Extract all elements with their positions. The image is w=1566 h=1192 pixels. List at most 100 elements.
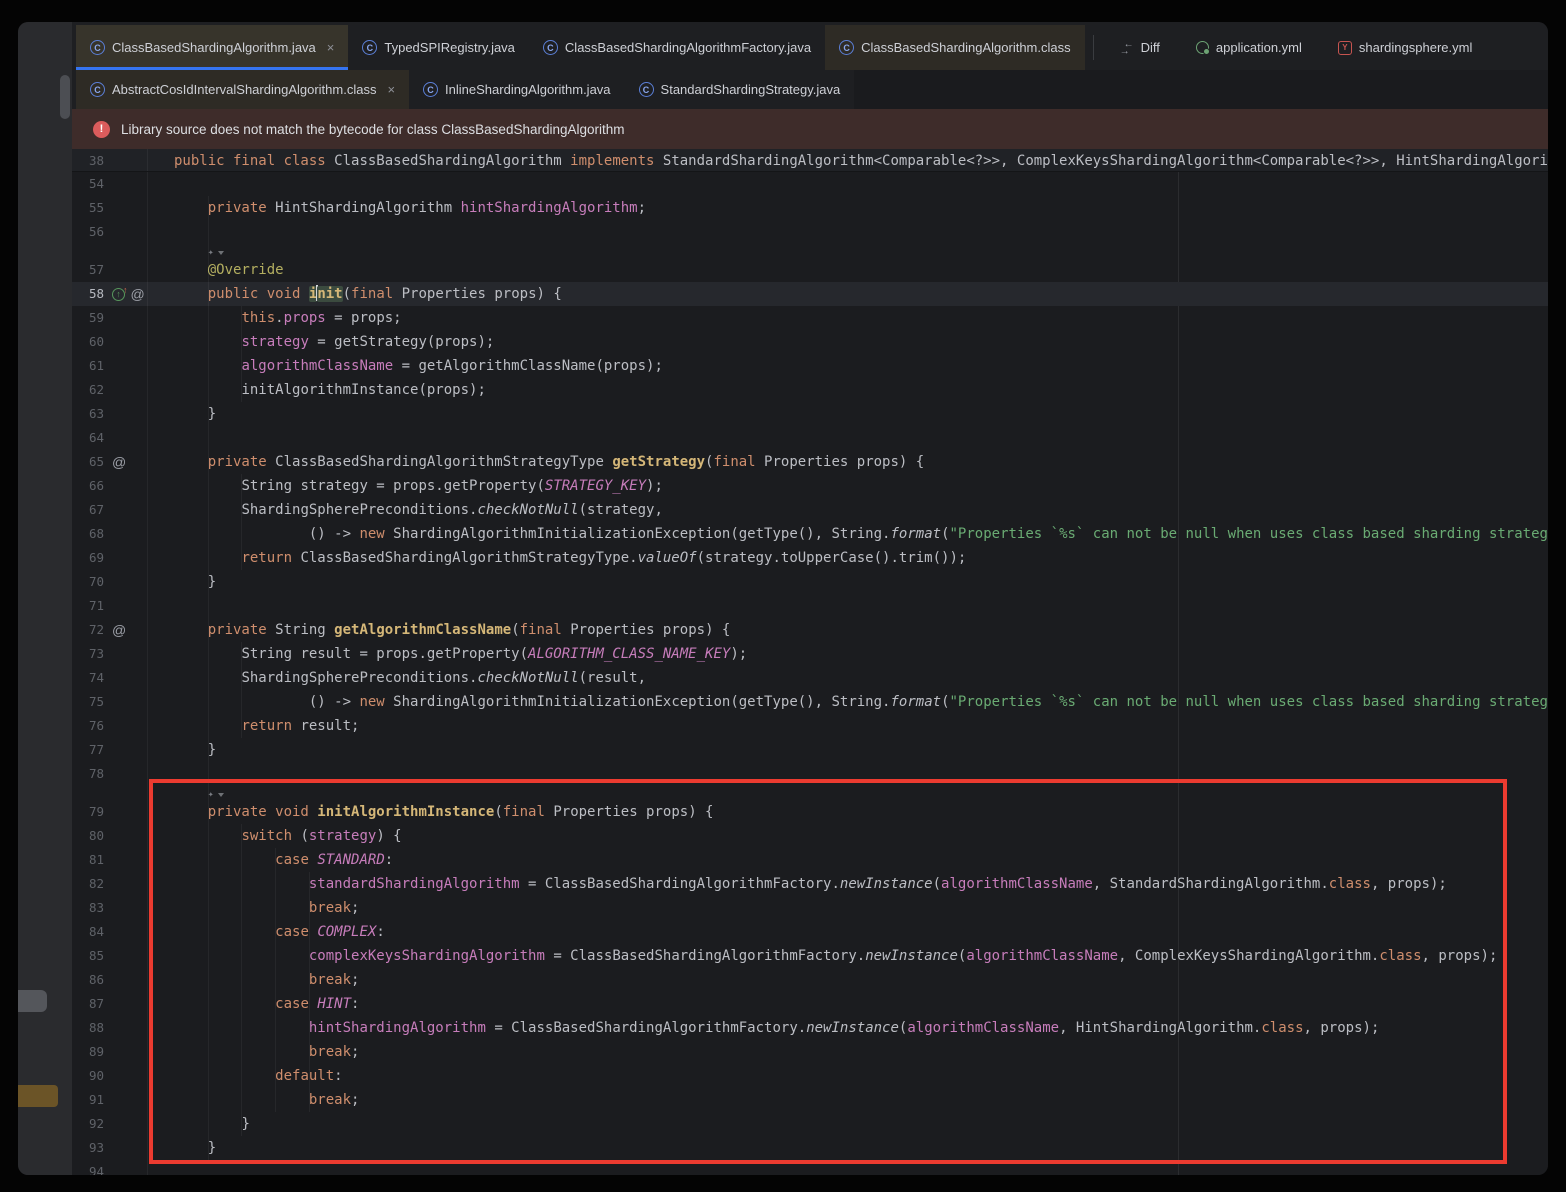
code-line[interactable]: 56	[72, 220, 1548, 244]
code-line[interactable]: 88hintShardingAlgorithm = ClassBasedShar…	[72, 1016, 1548, 1040]
code-line[interactable]: 65@private ClassBasedShardingAlgorithmSt…	[72, 450, 1548, 474]
line-number[interactable]: 81	[72, 848, 104, 872]
code-line[interactable]: 68() -> new ShardingAlgorithmInitializat…	[72, 522, 1548, 546]
code-line[interactable]: 73String result = props.getProperty(ALGO…	[72, 642, 1548, 666]
line-number[interactable]: 64	[72, 426, 104, 450]
line-number[interactable]: 83	[72, 896, 104, 920]
editor-tab[interactable]: CStandardShardingStrategy.java	[625, 70, 855, 109]
line-number[interactable]: 80	[72, 824, 104, 848]
code-line[interactable]: 79private void initAlgorithmInstance(fin…	[72, 800, 1548, 824]
code-line[interactable]: 78	[72, 762, 1548, 786]
line-number[interactable]: 74	[72, 666, 104, 690]
code-line[interactable]: 76return result;	[72, 714, 1548, 738]
line-number[interactable]: 59	[72, 306, 104, 330]
code-line[interactable]: 58↑↑@public void init(final Properties p…	[72, 282, 1548, 306]
code-line[interactable]: 89break;	[72, 1040, 1548, 1064]
editor-tab[interactable]: CTypedSPIRegistry.java	[348, 25, 529, 70]
code-line[interactable]: 71	[72, 594, 1548, 618]
tool-strip-item-light[interactable]	[18, 990, 47, 1012]
inlay-hint-row[interactable]: ✦	[72, 244, 1548, 258]
line-number[interactable]: 77	[72, 738, 104, 762]
code-line[interactable]: 91break;	[72, 1088, 1548, 1112]
annotations-gutter-icon[interactable]: @	[112, 450, 126, 474]
code-line[interactable]: 66String strategy = props.getProperty(ST…	[72, 474, 1548, 498]
line-number[interactable]: 66	[72, 474, 104, 498]
code-line[interactable]: 64	[72, 426, 1548, 450]
line-number[interactable]: 70	[72, 570, 104, 594]
code-line[interactable]: 85complexKeysShardingAlgorithm = ClassBa…	[72, 944, 1548, 968]
scrollbar-pill[interactable]	[60, 75, 70, 119]
line-number[interactable]: 58	[72, 282, 104, 306]
line-number[interactable]: 91	[72, 1088, 104, 1112]
code-line[interactable]: 92}	[72, 1112, 1548, 1136]
code-line[interactable]: 38public final class ClassBasedShardingA…	[72, 149, 1548, 172]
code-line[interactable]: 77}	[72, 738, 1548, 762]
line-number[interactable]: 72	[72, 618, 104, 642]
code-editor[interactable]: 5455private HintShardingAlgorithm hintSh…	[72, 172, 1548, 1175]
line-number[interactable]: 57	[72, 258, 104, 282]
line-number[interactable]: 86	[72, 968, 104, 992]
line-number[interactable]: 90	[72, 1064, 104, 1088]
editor-tab[interactable]: CInlineShardingAlgorithm.java	[409, 70, 624, 109]
code-line[interactable]: 72@private String getAlgorithmClassName(…	[72, 618, 1548, 642]
code-line[interactable]: 84case COMPLEX:	[72, 920, 1548, 944]
line-number[interactable]: 54	[72, 172, 104, 196]
line-number[interactable]: 76	[72, 714, 104, 738]
line-number[interactable]: 56	[72, 220, 104, 244]
line-number[interactable]: 68	[72, 522, 104, 546]
code-line[interactable]: 54	[72, 172, 1548, 196]
code-line[interactable]: 59this.props = props;	[72, 306, 1548, 330]
code-line[interactable]: 61algorithmClassName = getAlgorithmClass…	[72, 354, 1548, 378]
code-line[interactable]: 75() -> new ShardingAlgorithmInitializat…	[72, 690, 1548, 714]
code-line[interactable]: 57@Override	[72, 258, 1548, 282]
annotations-gutter-icon[interactable]: @	[131, 282, 145, 306]
line-number[interactable]: 89	[72, 1040, 104, 1064]
editor-tab[interactable]: ←→Diff	[1102, 25, 1178, 70]
line-number[interactable]: 84	[72, 920, 104, 944]
code-line[interactable]: 80switch (strategy) {	[72, 824, 1548, 848]
code-line[interactable]: 93}	[72, 1136, 1548, 1160]
line-number[interactable]: 55	[72, 196, 104, 220]
line-number[interactable]: 38	[72, 149, 104, 172]
line-number[interactable]: 61	[72, 354, 104, 378]
line-number[interactable]: 71	[72, 594, 104, 618]
code-line[interactable]: 62initAlgorithmInstance(props);	[72, 378, 1548, 402]
code-line[interactable]: 74ShardingSpherePreconditions.checkNotNu…	[72, 666, 1548, 690]
annotations-gutter-icon[interactable]: @	[112, 618, 126, 642]
tool-strip-item-orange[interactable]	[18, 1085, 58, 1107]
tab-close-icon[interactable]: ×	[387, 83, 395, 96]
line-number[interactable]: 88	[72, 1016, 104, 1040]
line-number[interactable]: 94	[72, 1160, 104, 1175]
editor-tab[interactable]: Yshardingsphere.yml	[1320, 25, 1490, 70]
line-number[interactable]: 65	[72, 450, 104, 474]
line-number[interactable]: 63	[72, 402, 104, 426]
code-line[interactable]: 90default:	[72, 1064, 1548, 1088]
editor-tab[interactable]: application.yml	[1178, 25, 1320, 70]
code-line[interactable]: 67ShardingSpherePreconditions.checkNotNu…	[72, 498, 1548, 522]
editor-tab[interactable]: CAbstractCosIdIntervalShardingAlgorithm.…	[76, 70, 409, 109]
line-number[interactable]: 69	[72, 546, 104, 570]
line-number[interactable]: 92	[72, 1112, 104, 1136]
inlay-hint-row[interactable]: ✦	[72, 786, 1548, 800]
line-number[interactable]: 78	[72, 762, 104, 786]
line-number[interactable]: 67	[72, 498, 104, 522]
editor-tab[interactable]: CClassBasedShardingAlgorithm.class	[825, 25, 1085, 70]
code-line[interactable]: 55private HintShardingAlgorithm hintShar…	[72, 196, 1548, 220]
tab-close-icon[interactable]: ×	[327, 41, 335, 54]
sticky-class-declaration[interactable]: 38public final class ClassBasedShardingA…	[72, 149, 1548, 172]
line-number[interactable]: 79	[72, 800, 104, 824]
line-number[interactable]: 75	[72, 690, 104, 714]
code-line[interactable]: 69return ClassBasedShardingAlgorithmStra…	[72, 546, 1548, 570]
editor-tab[interactable]: CClassBasedShardingAlgorithmFactory.java	[529, 25, 825, 70]
code-line[interactable]: 86break;	[72, 968, 1548, 992]
line-number[interactable]: 87	[72, 992, 104, 1016]
code-line[interactable]: 94	[72, 1160, 1548, 1175]
code-line[interactable]: 70}	[72, 570, 1548, 594]
code-line[interactable]: 63}	[72, 402, 1548, 426]
editor-tab[interactable]: CClassBasedShardingAlgorithm.java×	[76, 25, 348, 70]
code-line[interactable]: 81case STANDARD:	[72, 848, 1548, 872]
line-number[interactable]: 62	[72, 378, 104, 402]
code-line[interactable]: 83break;	[72, 896, 1548, 920]
code-line[interactable]: 87case HINT:	[72, 992, 1548, 1016]
code-line[interactable]: 82standardShardingAlgorithm = ClassBased…	[72, 872, 1548, 896]
